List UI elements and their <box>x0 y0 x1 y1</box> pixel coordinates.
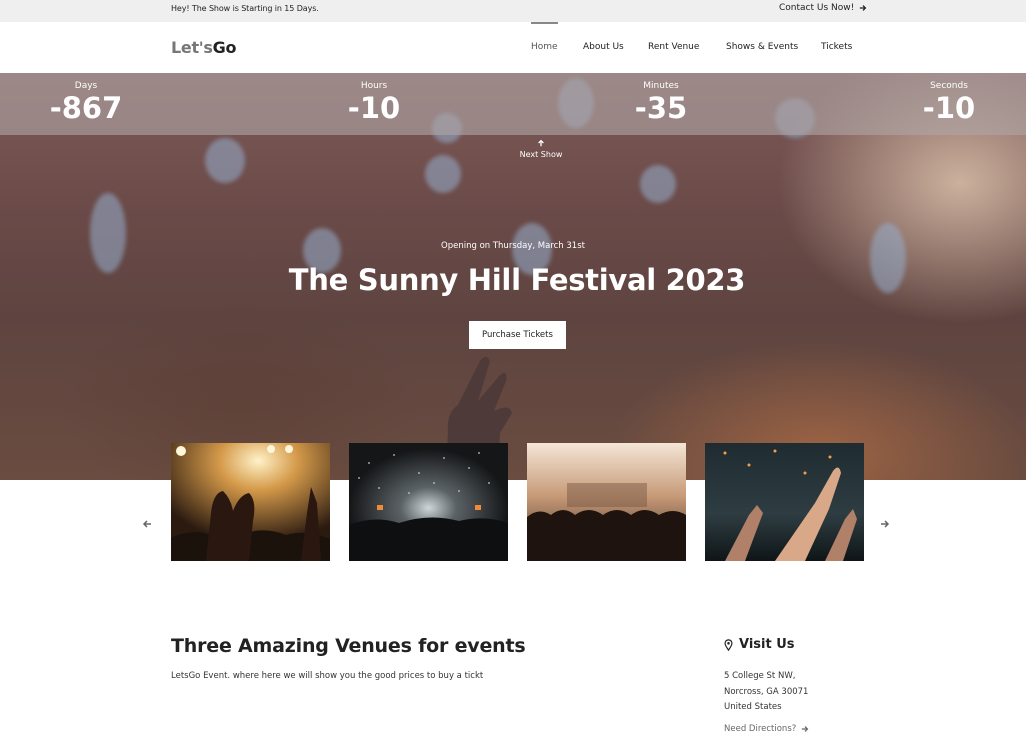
opening-date: Opening on Thursday, March 31st <box>441 241 585 251</box>
concert-photo <box>705 443 864 561</box>
gallery-image-confetti-crowd[interactable] <box>349 443 508 561</box>
hours-value: -10 <box>347 91 401 125</box>
concert-photo <box>527 443 686 561</box>
arrow-right-icon <box>881 520 890 528</box>
minutes-value: -35 <box>634 91 688 125</box>
nav-home[interactable]: Home <box>531 42 558 52</box>
concert-photo <box>349 443 508 561</box>
nav-tickets[interactable]: Tickets <box>821 42 852 52</box>
hero-title: The Sunny Hill Festival 2023 <box>288 263 746 297</box>
main-navbar: Let'sGo Home About Us Rent Venue Shows &… <box>0 22 1026 73</box>
gallery-prev-button[interactable] <box>142 514 152 528</box>
next-show-link[interactable]: Next Show <box>491 139 591 159</box>
nav-about-us[interactable]: About Us <box>583 42 624 52</box>
venues-heading: Three Amazing Venues for events <box>171 635 526 657</box>
gallery-next-button[interactable] <box>880 514 890 528</box>
arrow-up-icon <box>538 139 544 147</box>
concert-photo <box>171 443 330 561</box>
countdown-bar: Days -867 Hours -10 Minutes -35 Seconds … <box>0 73 1026 135</box>
purchase-tickets-button[interactable]: Purchase Tickets <box>469 321 566 349</box>
minutes-label: Minutes <box>643 81 679 91</box>
hours-label: Hours <box>360 81 388 91</box>
announcement-text: Hey! The Show is Starting in 15 Days. <box>171 4 319 13</box>
arrow-right-icon <box>802 726 809 732</box>
logo-part-1: Let's <box>171 38 213 57</box>
days-value: -867 <box>49 91 123 125</box>
address-line-2: Norcross, GA 30071 <box>724 687 809 697</box>
venues-description: LetsGo Event. where here we will show yo… <box>171 671 484 681</box>
arrow-left-icon <box>142 520 151 528</box>
days-label: Days <box>74 81 98 91</box>
contact-us-label: Contact Us Now! <box>779 3 855 13</box>
visit-us-heading: Visit Us <box>724 637 795 652</box>
map-pin-icon <box>724 638 733 651</box>
seconds-value: -10 <box>922 91 976 125</box>
bokeh-light <box>90 193 126 273</box>
gallery-image-stage-lights[interactable] <box>527 443 686 561</box>
need-directions-label: Need Directions? <box>724 724 797 734</box>
nav-shows-events[interactable]: Shows & Events <box>726 42 798 52</box>
seconds-label: Seconds <box>930 81 968 91</box>
top-bar: Hey! The Show is Starting in 15 Days. Co… <box>0 0 1026 22</box>
arrow-right-icon <box>860 5 867 11</box>
bokeh-light <box>205 138 245 183</box>
contact-us-link[interactable]: Contact Us Now! <box>779 3 867 13</box>
need-directions-link[interactable]: Need Directions? <box>724 724 809 734</box>
address-line-1: 5 College St NW, <box>724 671 796 681</box>
next-show-label: Next Show <box>519 150 563 159</box>
bokeh-light <box>640 165 676 203</box>
visit-us-label: Visit Us <box>739 637 795 652</box>
address-line-3: United States <box>724 702 782 712</box>
logo[interactable]: Let'sGo <box>171 38 236 57</box>
hero-section: Days -867 Hours -10 Minutes -35 Seconds … <box>0 73 1026 480</box>
nav-rent-venue[interactable]: Rent Venue <box>648 42 699 52</box>
nav-active-indicator <box>531 22 558 24</box>
gallery-image-heart-hands[interactable] <box>171 443 330 561</box>
bokeh-light <box>425 155 461 193</box>
logo-part-2: Go <box>212 38 237 57</box>
gallery-image-raised-hands[interactable] <box>705 443 864 561</box>
